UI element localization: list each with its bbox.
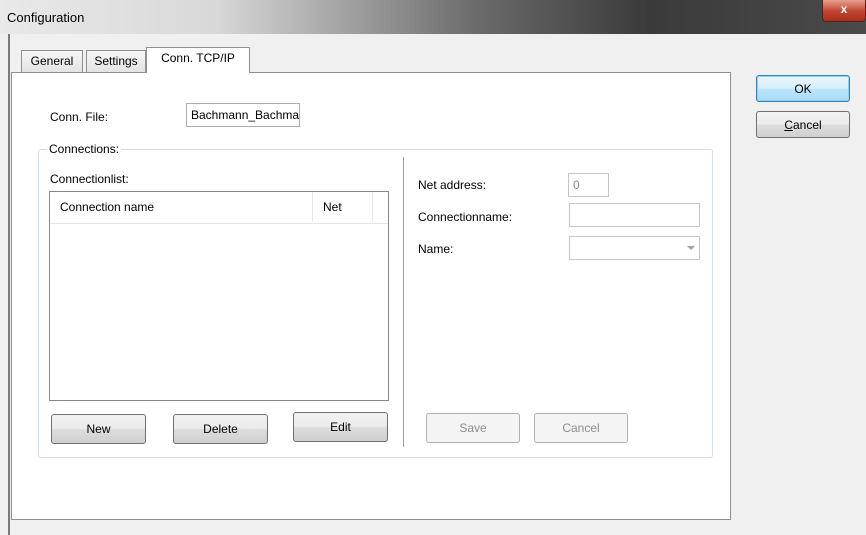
tab-conn-tcpip-label: Conn. TCP/IP	[161, 51, 235, 65]
tab-general[interactable]: General	[21, 50, 83, 72]
column-connection-name-label: Connection name	[60, 200, 155, 214]
column-header-connection-name[interactable]: Connection name	[50, 192, 313, 222]
close-button[interactable]: x	[822, 0, 866, 22]
tab-settings[interactable]: Settings	[86, 50, 146, 72]
new-button[interactable]: New	[51, 414, 146, 444]
edit-button[interactable]: Edit	[293, 412, 388, 442]
title-bar[interactable]: Configuration x	[0, 0, 866, 34]
group-divider	[403, 157, 404, 447]
connection-list[interactable]: Connection name Net	[49, 191, 389, 401]
tab-general-label: General	[30, 54, 74, 68]
connectionname-label: Connectionname:	[418, 210, 513, 224]
connections-group-title: Connections:	[47, 142, 122, 156]
close-icon: x	[840, 2, 848, 16]
name-label: Name:	[418, 242, 454, 256]
net-address-label: Net address:	[418, 178, 487, 192]
cancel-mnemonic: C	[784, 117, 793, 132]
name-combobox[interactable]	[569, 236, 700, 260]
cancel-label-rest: ancel	[792, 117, 822, 132]
list-header-divider	[50, 223, 388, 224]
conn-file-label: Conn. File:	[50, 110, 109, 124]
conn-file-field[interactable]: Bachmann_Bachma	[186, 103, 300, 127]
chevron-down-icon[interactable]	[687, 246, 695, 250]
tab-settings-label: Settings	[94, 54, 138, 68]
tab-conn-tcpip[interactable]: Conn. TCP/IP	[146, 47, 250, 73]
list-header: Connection name Net	[50, 192, 388, 226]
net-address-field[interactable]: 0	[568, 173, 609, 197]
cancel-connection-button[interactable]: Cancel	[534, 413, 628, 443]
window-title: Configuration	[7, 10, 85, 25]
column-net-label: Net	[323, 200, 342, 214]
connectionname-field[interactable]	[569, 203, 700, 227]
cancel-button[interactable]: Cancel	[756, 111, 850, 138]
delete-button[interactable]: Delete	[173, 414, 268, 444]
connectionlist-label: Connectionlist:	[50, 172, 129, 186]
ok-button[interactable]: OK	[756, 75, 850, 102]
column-header-net[interactable]: Net	[313, 192, 373, 222]
save-button[interactable]: Save	[426, 413, 520, 443]
